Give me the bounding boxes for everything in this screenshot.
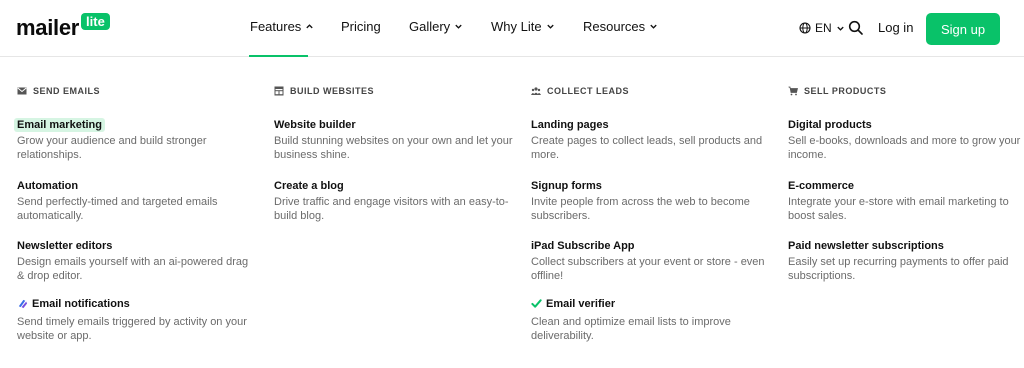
nav-gallery[interactable]: Gallery (409, 19, 463, 34)
logo-word: mailer (16, 15, 80, 40)
menu-item-e-commerce[interactable]: E-commerce Integrate your e-store with e… (788, 176, 1024, 223)
column-heading-label: SEND EMAILS (33, 86, 101, 96)
nav-resources[interactable]: Resources (583, 19, 658, 34)
menu-column-sell-products: SELL PRODUCTS Digital products Sell e-bo… (788, 86, 1024, 282)
column-heading: BUILD WEBSITES (274, 86, 514, 96)
column-heading-label: SELL PRODUCTS (804, 86, 887, 96)
menu-column-collect-leads: COLLECT LEADS Landing pages Create pages… (531, 86, 771, 342)
cart-icon (788, 86, 798, 96)
chevron-down-icon (455, 24, 462, 29)
menu-item-paid-newsletter-subscriptions[interactable]: Paid newsletter subscriptions Easily set… (788, 236, 1024, 283)
menu-item-title: Email notifications (17, 297, 130, 311)
menu-item-website-builder[interactable]: Website builder Build stunning websites … (274, 115, 514, 162)
site-header: mailer lite Features Pricing Gallery Why… (0, 0, 1024, 57)
column-heading: COLLECT LEADS (531, 86, 771, 96)
menu-item-title: Email marketing (14, 118, 105, 132)
menu-item-email-verifier[interactable]: Email verifier Clean and optimize email … (531, 296, 771, 343)
chevron-down-icon (836, 26, 844, 31)
active-nav-indicator (249, 55, 308, 57)
nav-features[interactable]: Features (250, 19, 314, 34)
menu-item-desc: Collect subscribers at your event or sto… (531, 256, 765, 282)
nav-features-label: Features (250, 19, 302, 34)
column-heading: SEND EMAILS (17, 86, 257, 96)
signup-label: Sign up (940, 21, 986, 37)
mailersend-icon (18, 299, 28, 309)
nav-pricing[interactable]: Pricing (341, 19, 381, 34)
menu-item-desc: Send perfectly-timed and targeted emails… (17, 196, 218, 222)
mailerlite-logo[interactable]: mailer lite (16, 13, 110, 42)
logo-badge: lite (81, 13, 110, 30)
menu-item-desc: Create pages to collect leads, sell prod… (531, 135, 763, 161)
menu-item-digital-products[interactable]: Digital products Sell e-books, downloads… (788, 115, 1024, 162)
menu-item-desc: Integrate your e-store with email market… (788, 196, 1009, 222)
signup-button[interactable]: Sign up (926, 13, 1000, 45)
menu-item-title: Digital products (788, 119, 872, 131)
envelope-icon (17, 87, 27, 95)
globe-icon (799, 22, 811, 34)
nav-resources-label: Resources (583, 19, 646, 34)
menu-item-title: Paid newsletter subscriptions (788, 240, 944, 252)
website-icon (274, 86, 284, 96)
menu-item-title: Automation (17, 180, 79, 192)
menu-item-desc: Sell e-books, downloads and more to grow… (788, 135, 1021, 161)
menu-item-title: Create a blog (274, 180, 344, 192)
menu-item-create-a-blog[interactable]: Create a blog Drive traffic and engage v… (274, 176, 514, 223)
menu-item-newsletter-editors[interactable]: Newsletter editors Design emails yoursel… (17, 236, 257, 283)
menu-column-build-websites: BUILD WEBSITES Website builder Build stu… (274, 86, 514, 222)
menu-item-title: Email verifier (531, 297, 615, 311)
login-link[interactable]: Log in (878, 20, 913, 35)
column-heading-label: COLLECT LEADS (547, 86, 629, 96)
menu-item-desc: Easily set up recurring payments to offe… (788, 256, 1009, 282)
nav-gallery-label: Gallery (409, 19, 451, 34)
menu-item-signup-forms[interactable]: Signup forms Invite people from across t… (531, 176, 771, 223)
menu-item-title: Landing pages (531, 119, 609, 131)
nav-why-lite[interactable]: Why Lite (491, 19, 555, 34)
menu-item-desc: Send timely emails triggered by activity… (17, 316, 247, 342)
menu-item-title: iPad Subscribe App (531, 240, 635, 252)
menu-item-email-notifications[interactable]: Email notifications Send timely emails t… (17, 296, 257, 343)
chevron-down-icon (546, 24, 554, 29)
menu-item-ipad-subscribe-app[interactable]: iPad Subscribe App Collect subscribers a… (531, 236, 771, 283)
people-icon (531, 87, 541, 95)
menu-item-desc: Build stunning websites on your own and … (274, 135, 513, 161)
checkmark-icon (531, 299, 542, 308)
menu-item-desc: Design emails yourself with an ai-powere… (17, 256, 249, 282)
nav-pricing-label: Pricing (341, 19, 381, 34)
search-icon[interactable] (848, 20, 864, 36)
menu-item-desc: Drive traffic and engage visitors with a… (274, 196, 509, 222)
language-selector[interactable]: EN (799, 21, 845, 35)
menu-item-title-text: Email notifications (32, 297, 130, 310)
column-heading: SELL PRODUCTS (788, 86, 1024, 96)
menu-item-email-marketing[interactable]: Email marketing Grow your audience and b… (14, 115, 257, 162)
menu-item-title-text: Email verifier (546, 297, 616, 310)
column-heading-label: BUILD WEBSITES (290, 86, 375, 96)
chevron-up-icon (306, 24, 313, 29)
menu-item-title: Signup forms (531, 180, 602, 192)
menu-item-title: E-commerce (788, 180, 855, 192)
chevron-down-icon (650, 24, 657, 29)
menu-item-desc: Clean and optimize email lists to improv… (531, 316, 731, 342)
menu-item-landing-pages[interactable]: Landing pages Create pages to collect le… (531, 115, 771, 162)
menu-item-desc: Invite people from across the web to bec… (531, 196, 750, 222)
nav-why-lite-label: Why Lite (491, 19, 542, 34)
menu-item-desc: Grow your audience and build stronger re… (17, 135, 207, 161)
menu-item-title: Website builder (274, 119, 356, 131)
menu-item-automation[interactable]: Automation Send perfectly-timed and targ… (17, 176, 257, 223)
menu-item-title: Newsletter editors (17, 240, 113, 252)
menu-column-send-emails: SEND EMAILS Email marketing Grow your au… (14, 86, 257, 342)
language-label: EN (815, 21, 832, 35)
